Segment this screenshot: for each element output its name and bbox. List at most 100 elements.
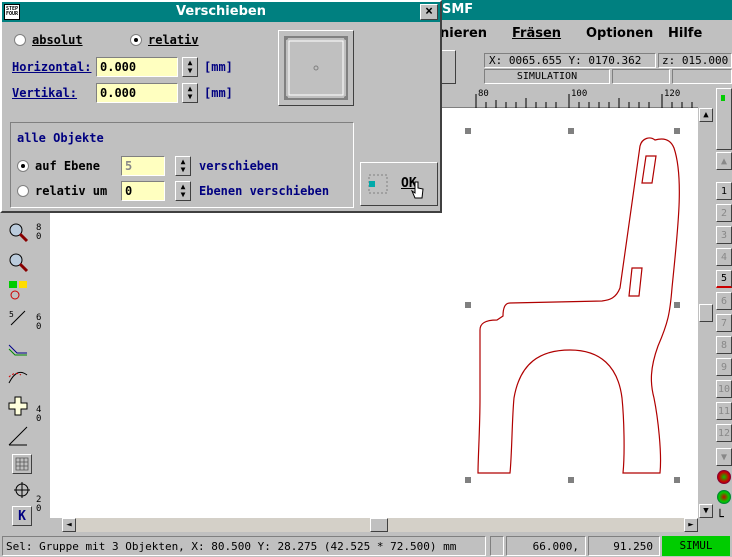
z-coord: z: 015.000 bbox=[658, 53, 732, 68]
layer-input[interactable]: 5 bbox=[121, 156, 165, 176]
mode-slot-3 bbox=[672, 69, 732, 84]
layer-spinner-icon[interactable]: ▲ ▼ bbox=[175, 156, 191, 176]
layer-scroll-down-icon[interactable]: ▼ bbox=[716, 448, 732, 466]
on-layer-label[interactable]: auf Ebene bbox=[35, 159, 100, 173]
close-button[interactable]: × bbox=[420, 4, 438, 20]
grid-icon[interactable] bbox=[12, 454, 32, 474]
layer-button-9[interactable]: 9 bbox=[716, 358, 732, 376]
horizontal-spinner-icon[interactable]: ▲ ▼ bbox=[182, 57, 198, 77]
center-icon[interactable] bbox=[12, 480, 32, 500]
horizontal-scrollbar[interactable]: ◄ ► bbox=[62, 518, 698, 532]
vertical-input[interactable]: 0.000 bbox=[96, 83, 178, 103]
k-icon[interactable]: K bbox=[12, 506, 32, 526]
scroll-down-icon[interactable]: ▼ bbox=[699, 504, 713, 518]
position-preview[interactable] bbox=[278, 30, 354, 106]
scroll-left-icon[interactable]: ◄ bbox=[62, 518, 76, 532]
relative-layers-input[interactable]: 0 bbox=[121, 181, 165, 201]
ok-button[interactable]: OK bbox=[360, 162, 438, 206]
render-e-icon[interactable] bbox=[717, 470, 731, 484]
layer-button-11[interactable]: 11 bbox=[716, 402, 732, 420]
app-title-bar: SMF bbox=[438, 0, 732, 20]
curve-icon[interactable] bbox=[6, 364, 30, 388]
status-mode: SIMUL bbox=[662, 536, 730, 556]
scroll-up-icon[interactable]: ▲ bbox=[699, 108, 713, 122]
hscroll-thumb[interactable] bbox=[370, 518, 388, 532]
vertical-scrollbar[interactable]: ▲ ▼ bbox=[698, 108, 714, 518]
horizontal-unit: [mm] bbox=[204, 60, 233, 74]
zoom-out-icon[interactable] bbox=[6, 250, 30, 274]
move-target-icon bbox=[368, 174, 388, 194]
layer-scroll-up-icon[interactable]: ▲ bbox=[716, 152, 732, 170]
cross-icon[interactable] bbox=[6, 394, 30, 418]
horizontal-label: Horizontal: bbox=[12, 60, 92, 74]
app-logo-icon[interactable]: STEP FOUR bbox=[4, 4, 20, 20]
status-slot bbox=[490, 536, 504, 556]
vruler-label-80: 8 0 bbox=[36, 223, 42, 242]
vertical-label: Vertikal: bbox=[12, 86, 78, 100]
relative-layers-label[interactable]: relativ um bbox=[35, 184, 107, 198]
vruler-label-20: 2 0 bbox=[36, 495, 42, 514]
layer-button-2[interactable]: 2 bbox=[716, 204, 732, 222]
ruler-label-80: 80 bbox=[478, 89, 489, 99]
node-edit-icon[interactable]: 5 bbox=[6, 306, 30, 330]
layer-order-icon[interactable] bbox=[6, 278, 30, 302]
radio-absolut-label[interactable]: absolut bbox=[32, 33, 83, 47]
menu-item-optionen[interactable]: Optionen bbox=[586, 26, 653, 41]
on-layer-action: verschieben bbox=[199, 159, 279, 173]
vertical-spinner-icon[interactable]: ▲ ▼ bbox=[182, 83, 198, 103]
mode-slot-2 bbox=[612, 69, 670, 84]
tool-palette: 5 K 8 0 6 0 4 0 2 0 bbox=[0, 210, 50, 532]
x-coord: X: 0065.655 bbox=[489, 54, 562, 67]
menu-item-nieren[interactable]: nieren bbox=[440, 26, 487, 41]
toolbar-stub bbox=[440, 50, 456, 84]
vruler-label-60: 6 0 bbox=[36, 313, 42, 332]
layer-button-3[interactable]: 3 bbox=[716, 226, 732, 244]
radio-absolut[interactable] bbox=[14, 34, 26, 46]
preview-frame bbox=[284, 36, 348, 100]
scroll-right-icon[interactable]: ► bbox=[684, 518, 698, 532]
ruler-label-100: 100 bbox=[571, 89, 588, 99]
relative-layers-action: Ebenen verschieben bbox=[199, 184, 330, 198]
layer-gauge bbox=[716, 88, 732, 150]
radio-relative-layers[interactable] bbox=[17, 185, 29, 197]
radio-relativ[interactable] bbox=[130, 34, 142, 46]
ruler-label-120: 120 bbox=[664, 89, 681, 99]
menu-item-fraesen[interactable]: Fräsen bbox=[512, 26, 561, 41]
ruler-ticks bbox=[475, 94, 693, 108]
layer-button-12[interactable]: 12 bbox=[716, 424, 732, 442]
zoom-in-icon[interactable] bbox=[6, 220, 30, 244]
svg-text:5: 5 bbox=[9, 310, 14, 319]
menu-bar: nieren Fräsen Optionen Hilfe bbox=[438, 20, 732, 47]
scroll-thumb[interactable] bbox=[699, 304, 713, 322]
layer-button-4[interactable]: 4 bbox=[716, 248, 732, 266]
corner-icon[interactable]: └ bbox=[716, 510, 732, 528]
layer-button-5[interactable]: 5 bbox=[716, 270, 732, 288]
all-objects-group: alle Objekte auf Ebene 5 ▲ ▼ verschieben … bbox=[10, 122, 354, 208]
cursor-hand-icon bbox=[411, 181, 424, 199]
layer-button-6[interactable]: 6 bbox=[716, 292, 732, 310]
app-title: SMF bbox=[442, 2, 474, 17]
status-bar: Sel: Gruppe mit 3 Objekten, X: 80.500 Y:… bbox=[0, 535, 732, 557]
move-dialog: Verschieben STEP FOUR × absolut relativ … bbox=[0, 0, 442, 213]
layer-button-7[interactable]: 7 bbox=[716, 314, 732, 332]
status-selection: Sel: Gruppe mit 3 Objekten, X: 80.500 Y:… bbox=[2, 536, 486, 556]
vruler-label-40: 4 0 bbox=[36, 405, 42, 424]
layer-button-8[interactable]: 8 bbox=[716, 336, 732, 354]
layer-button-1[interactable]: 1 bbox=[716, 182, 732, 200]
status-y: 91.250 bbox=[588, 536, 660, 556]
horizontal-input[interactable]: 0.000 bbox=[96, 57, 178, 77]
render-p-icon[interactable] bbox=[717, 490, 731, 504]
selection-handles bbox=[465, 128, 680, 483]
radio-relativ-label[interactable]: relativ bbox=[148, 33, 199, 47]
xy-readout: X: 0065.655 Y: 0170.362 bbox=[484, 53, 656, 68]
radio-on-layer[interactable] bbox=[17, 160, 29, 172]
measure-icon[interactable] bbox=[6, 424, 30, 448]
mode-label: SIMULATION bbox=[484, 69, 610, 84]
menu-item-hilfe[interactable]: Hilfe bbox=[668, 26, 702, 41]
coordinate-readout: X: 0065.655 Y: 0170.362 z: 015.000 bbox=[484, 53, 732, 68]
status-x: 66.000, bbox=[506, 536, 586, 556]
layer-button-10[interactable]: 10 bbox=[716, 380, 732, 398]
offset-icon[interactable] bbox=[6, 336, 30, 360]
relative-layers-spinner-icon[interactable]: ▲ ▼ bbox=[175, 181, 191, 201]
dialog-title-bar[interactable]: Verschieben bbox=[2, 2, 440, 22]
